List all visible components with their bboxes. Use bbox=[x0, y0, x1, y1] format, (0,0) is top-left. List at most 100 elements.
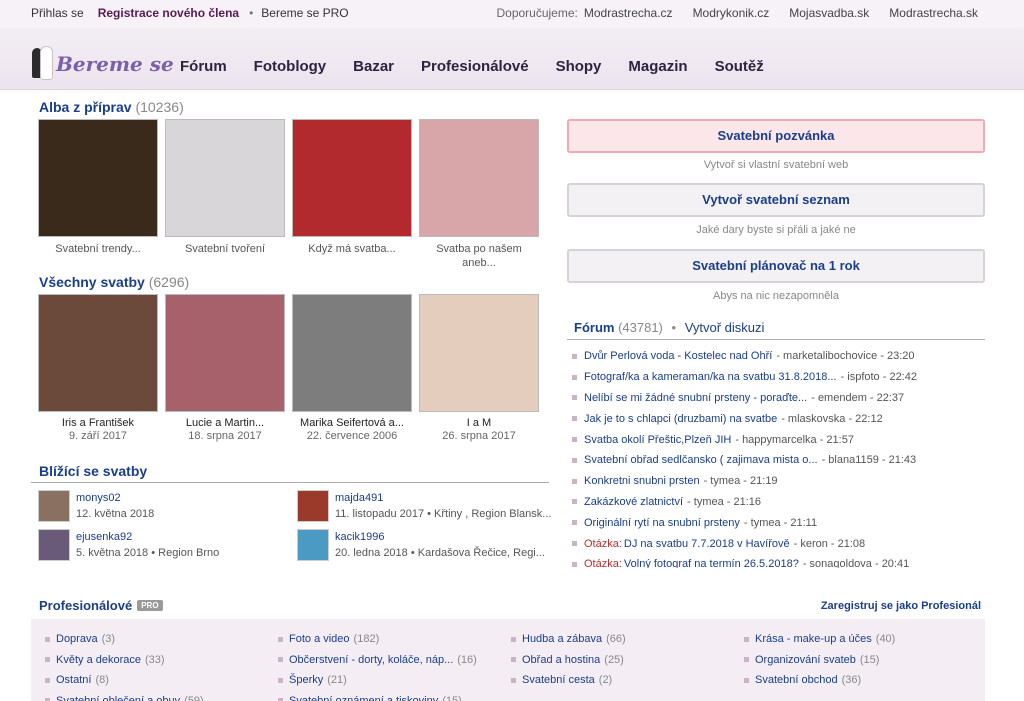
professional-category[interactable]: Svatební cesta (2) bbox=[511, 670, 626, 691]
album-card[interactable]: Svatební trendy... bbox=[38, 119, 158, 270]
upcoming-name[interactable]: monys02 bbox=[76, 492, 121, 504]
forum-item[interactable]: Otázka: Volný fotograf na termín 26.5.201… bbox=[572, 554, 992, 568]
category-label[interactable]: Svatební oznámení a tiskoviny bbox=[289, 695, 438, 701]
wedding-card[interactable]: Marika Seifertová a... 22. července 2006 bbox=[292, 294, 412, 443]
album-caption[interactable]: Svatební trendy... bbox=[38, 242, 158, 256]
forum-item-title[interactable]: Originální rytí na snubní prsteny bbox=[584, 517, 740, 529]
forum-item-title[interactable]: Nelíbí se mi žádné snubní prsteny - pora… bbox=[584, 392, 807, 404]
album-image[interactable] bbox=[292, 119, 412, 237]
weddings-title[interactable]: Všechny svatby (6296) bbox=[39, 274, 189, 290]
forum-item-title[interactable]: Volný fotograf na termín 26.5.2018? bbox=[624, 558, 799, 568]
forum-item-title[interactable]: Zakázkové zlatnictví bbox=[584, 496, 683, 508]
upcoming-item[interactable]: monys02 12. května 2018 bbox=[38, 490, 298, 524]
wedding-card[interactable]: Iris a František 9. září 2017 bbox=[38, 294, 158, 443]
category-label[interactable]: Doprava bbox=[56, 633, 98, 645]
forum-item-title[interactable]: Jak je to s chlapci (druzbami) na svatbe bbox=[584, 413, 777, 425]
category-label[interactable]: Hudba a zábava bbox=[522, 633, 602, 645]
wedding-planner-button[interactable]: Svatební plánovač na 1 rok bbox=[567, 249, 985, 283]
category-label[interactable]: Svatební obchod bbox=[755, 674, 838, 686]
upcoming-name[interactable]: kacik1996 bbox=[335, 531, 385, 543]
forum-item[interactable]: Otázka: DJ na svatbu 7.7.2018 v Havířově -… bbox=[572, 533, 992, 554]
albums-title[interactable]: Alba z příprav (10236) bbox=[39, 99, 184, 115]
category-label[interactable]: Květy a dekorace bbox=[56, 654, 141, 666]
wedding-name[interactable]: Lucie a Martin... bbox=[165, 417, 285, 429]
wedding-name[interactable]: Marika Seifertová a... bbox=[292, 417, 412, 429]
album-card[interactable]: Když má svatba... bbox=[292, 119, 412, 270]
professional-category[interactable]: Svatební oznámení a tiskoviny (15) bbox=[278, 691, 477, 701]
avatar[interactable] bbox=[297, 529, 329, 561]
avatar[interactable] bbox=[38, 490, 70, 522]
forum-item[interactable]: Jak je to s chlapci (druzbami) na svatbe… bbox=[572, 408, 992, 429]
upcoming-item[interactable]: kacik1996 20. ledna 2018 • Kardašova Řeč… bbox=[297, 529, 557, 563]
professional-category[interactable]: Foto a video (182) bbox=[278, 629, 477, 650]
upcoming-item[interactable]: ejusenka92 5. května 2018 • Region Brno bbox=[38, 529, 298, 563]
upcoming-item[interactable]: majda491 11. listopadu 2017 • Křtiny , R… bbox=[297, 490, 557, 524]
category-label[interactable]: Svatební oblečení a obuv bbox=[56, 695, 180, 701]
wedding-name[interactable]: Iris a František bbox=[38, 417, 158, 429]
album-image[interactable] bbox=[38, 119, 158, 237]
gift-list-button[interactable]: Vytvoř svatební seznam bbox=[567, 183, 985, 217]
professionals-title[interactable]: Profesionálové PRO bbox=[39, 598, 163, 613]
category-label[interactable]: Obřad a hostina bbox=[522, 654, 600, 666]
professional-category[interactable]: Svatební obchod (36) bbox=[744, 670, 895, 691]
professional-category[interactable]: Obřad a hostina (25) bbox=[511, 650, 626, 671]
forum-item-title[interactable]: Dvůr Perlová voda - Kostelec nad Ohří bbox=[584, 350, 772, 362]
avatar[interactable] bbox=[38, 529, 70, 561]
wedding-invitation-button[interactable]: Svatební pozvánka bbox=[567, 119, 985, 153]
nav-magazin[interactable]: Magazin bbox=[628, 58, 687, 75]
forum-item[interactable]: Dvůr Perlová voda - Kostelec nad Ohří - m… bbox=[572, 346, 992, 367]
category-label[interactable]: Organizování svateb bbox=[755, 654, 856, 666]
create-discussion-link[interactable]: Vytvoř diskuzi bbox=[685, 320, 765, 335]
forum-item-title[interactable]: Fotograf/ka a kameraman/ka na svatbu 31.… bbox=[584, 371, 837, 383]
album-image[interactable] bbox=[165, 119, 285, 237]
login-link[interactable]: Přihlas se bbox=[31, 6, 84, 20]
category-label[interactable]: Občerstvení - dorty, koláče, náp... bbox=[289, 654, 453, 666]
wedding-name[interactable]: I a M bbox=[419, 417, 539, 429]
professional-category[interactable]: Šperky (21) bbox=[278, 670, 477, 691]
wedding-card[interactable]: I a M 26. srpna 2017 bbox=[419, 294, 539, 443]
avatar[interactable] bbox=[297, 490, 329, 522]
album-card[interactable]: Svatba po našem aneb... bbox=[419, 119, 539, 270]
recommend-link[interactable]: Modrastrecha.cz bbox=[584, 6, 673, 20]
register-link[interactable]: Registrace nového člena bbox=[98, 6, 239, 20]
forum-item-title[interactable]: DJ na svatbu 7.7.2018 v Havířově bbox=[624, 538, 790, 550]
nav-profesionalove[interactable]: Profesionálové bbox=[421, 58, 529, 75]
professional-category[interactable]: Krása - make-up a účes (40) bbox=[744, 629, 895, 650]
forum-item[interactable]: Konkretni snubni prsten - tymea - 21:19 bbox=[572, 471, 992, 492]
professional-category[interactable]: Občerstvení - dorty, koláče, náp... (16) bbox=[278, 650, 477, 671]
register-professional-link[interactable]: Zaregistruj se jako Profesionál bbox=[821, 600, 981, 612]
wedding-image[interactable] bbox=[292, 294, 412, 412]
professional-category[interactable]: Svatební oblečení a obuv (59) bbox=[45, 691, 204, 701]
album-card[interactable]: Svatební tvoření bbox=[165, 119, 285, 270]
forum-item[interactable]: Svatební obřad sedlčansko ( zajimava mis… bbox=[572, 450, 992, 471]
professional-category[interactable]: Ostatní (8) bbox=[45, 670, 204, 691]
recommend-link[interactable]: Modrastrecha.sk bbox=[889, 6, 978, 20]
logo[interactable]: Bereme se bbox=[30, 42, 174, 82]
professional-category[interactable]: Hudba a zábava (66) bbox=[511, 629, 626, 650]
nav-fotoblogy[interactable]: Fotoblogy bbox=[254, 58, 326, 75]
album-image[interactable] bbox=[419, 119, 539, 237]
forum-item[interactable]: Nelíbí se mi žádné snubní prsteny - pora… bbox=[572, 388, 992, 409]
album-caption[interactable]: Svatba po našem aneb... bbox=[434, 242, 524, 270]
forum-title[interactable]: Fórum bbox=[574, 320, 614, 335]
forum-item[interactable]: Svatba okolí Přeštic,Plzeň JIH - happymar… bbox=[572, 429, 992, 450]
forum-item-title[interactable]: Svatební obřad sedlčansko ( zajimava mis… bbox=[584, 454, 818, 466]
category-label[interactable]: Krása - make-up a účes bbox=[755, 633, 872, 645]
forum-item[interactable]: Zakázkové zlatnictví - tymea - 21:16 bbox=[572, 492, 992, 513]
forum-item-title[interactable]: Konkretni snubni prsten bbox=[584, 475, 700, 487]
wedding-image[interactable] bbox=[419, 294, 539, 412]
recommend-link[interactable]: Mojasvadba.sk bbox=[789, 6, 869, 20]
nav-forum[interactable]: Fórum bbox=[180, 58, 227, 75]
nav-shopy[interactable]: Shopy bbox=[556, 58, 602, 75]
upcoming-name[interactable]: majda491 bbox=[335, 492, 383, 504]
forum-item[interactable]: Originální rytí na snubní prsteny - tymea… bbox=[572, 512, 992, 533]
wedding-image[interactable] bbox=[165, 294, 285, 412]
forum-item-title[interactable]: Svatba okolí Přeštic,Plzeň JIH bbox=[584, 434, 731, 446]
pro-link[interactable]: Bereme se PRO bbox=[261, 6, 348, 20]
category-label[interactable]: Šperky bbox=[289, 674, 323, 686]
forum-item[interactable]: Fotograf/ka a kameraman/ka na svatbu 31.… bbox=[572, 367, 992, 388]
category-label[interactable]: Ostatní bbox=[56, 674, 91, 686]
nav-bazar[interactable]: Bazar bbox=[353, 58, 394, 75]
professional-category[interactable]: Doprava (3) bbox=[45, 629, 204, 650]
wedding-card[interactable]: Lucie a Martin... 18. srpna 2017 bbox=[165, 294, 285, 443]
